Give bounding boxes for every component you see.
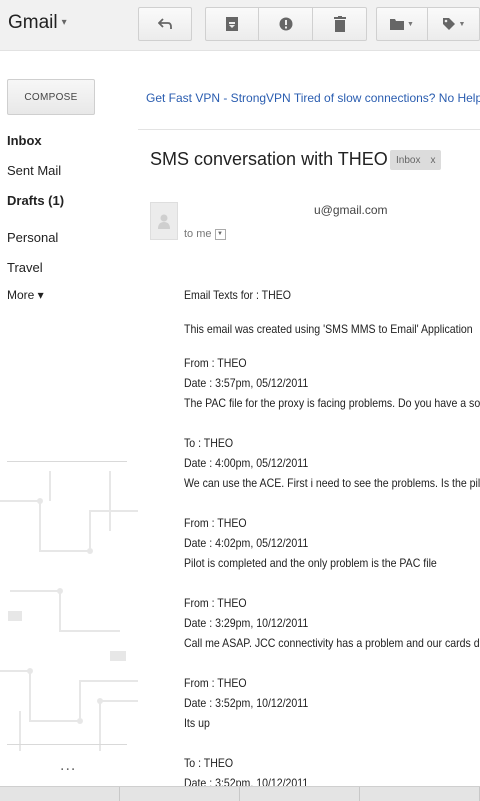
body-line: From : THEO <box>184 596 247 610</box>
sidebar-divider <box>7 461 127 462</box>
trash-icon <box>333 16 346 32</box>
body-line: Date : 3:52pm, 10/12/2011 <box>184 776 309 786</box>
labels-button[interactable]: ▼ <box>428 7 480 41</box>
recipients-toggle[interactable]: to me ▼ <box>184 228 226 240</box>
archive-icon <box>226 17 238 31</box>
chevron-down-icon: ▾ <box>61 17 67 28</box>
archive-button[interactable] <box>205 7 259 41</box>
bottom-tab[interactable] <box>120 787 240 801</box>
sponsored-ad-link[interactable]: Get Fast VPN - StrongVPN Tired of slow c… <box>146 91 480 105</box>
sidebar-item-travel[interactable]: Travel <box>7 260 43 275</box>
gmail-menu[interactable]: Gmail ▾ <box>8 12 67 34</box>
label-tag-inbox: Inbox x <box>390 150 442 170</box>
sender-address: u@gmail.com <box>314 203 388 217</box>
bottom-tab[interactable] <box>0 787 120 801</box>
avatar <box>150 202 178 240</box>
body-line: From : THEO <box>184 516 247 530</box>
folder-icon <box>390 19 405 30</box>
body-line: Email Texts for : THEO <box>184 288 292 302</box>
circuit-background-pattern <box>0 471 138 751</box>
body-line: Date : 4:00pm, 05/12/2011 <box>184 456 309 470</box>
body-line: Its up <box>184 716 210 730</box>
sidebar-divider <box>7 744 127 745</box>
brand-label: Gmail <box>8 12 58 33</box>
message-body: Email Texts for : THEO This email was cr… <box>184 285 480 786</box>
body-line: Date : 4:02pm, 05/12/2011 <box>184 536 309 550</box>
report-spam-button[interactable] <box>259 7 313 41</box>
body-line: From : THEO <box>184 676 247 690</box>
chevron-down-icon: ▼ <box>458 20 466 28</box>
body-line: Pilot is completed and the only problem … <box>184 556 437 570</box>
reply-icon <box>158 18 172 29</box>
message-pane: Get Fast VPN - StrongVPN Tired of slow c… <box>138 51 480 786</box>
sidebar-item-more[interactable]: More ▾ <box>7 288 44 302</box>
body-line: Date : 3:29pm, 10/12/2011 <box>184 616 309 630</box>
body-line: Date : 3:57pm, 05/12/2011 <box>184 376 309 390</box>
move-to-button[interactable]: ▼ <box>376 7 428 41</box>
label-icon <box>442 18 455 30</box>
body-line: To : THEO <box>184 756 234 770</box>
to-me-label: to me <box>184 228 212 240</box>
sidebar-item-inbox[interactable]: Inbox <box>7 133 42 148</box>
remove-label-icon[interactable]: x <box>430 155 435 166</box>
bottom-tab-strip <box>0 786 480 801</box>
organize-group: ▼ ▼ <box>376 7 480 41</box>
compose-button[interactable]: COMPOSE <box>7 79 95 115</box>
delete-button[interactable] <box>313 7 367 41</box>
chevron-down-icon: ▼ <box>407 20 414 28</box>
label-tag-text: Inbox <box>396 154 421 166</box>
reply-button[interactable] <box>138 7 192 41</box>
body-line: The PAC file for the proxy is facing pro… <box>184 396 480 410</box>
body-line: This email was created using 'SMS MMS to… <box>184 322 473 336</box>
body-line: Call me ASAP. JCC connectivity has a pro… <box>184 636 480 650</box>
more-options-icon[interactable]: ... <box>60 757 76 775</box>
body-line: Date : 3:52pm, 10/12/2011 <box>184 696 309 710</box>
divider <box>138 129 480 130</box>
bottom-tab[interactable] <box>240 787 360 801</box>
message-subject: SMS conversation with THEO <box>150 149 388 169</box>
sidebar-item-drafts[interactable]: Drafts (1) <box>7 193 64 208</box>
bottom-tab[interactable] <box>360 787 480 801</box>
body-line: From : THEO <box>184 356 247 370</box>
chevron-down-icon: ▼ <box>214 228 226 240</box>
action-group <box>205 7 367 41</box>
report-spam-icon <box>279 17 292 31</box>
body-line: We can use the ACE. First i need to see … <box>184 476 480 490</box>
body-line: To : THEO <box>184 436 234 450</box>
top-toolbar: Gmail ▾ ▼ ▼ <box>0 0 480 51</box>
sidebar-item-sent-mail[interactable]: Sent Mail <box>7 163 61 178</box>
sidebar: COMPOSE Inbox Sent Mail Drafts (1) Perso… <box>0 51 138 786</box>
person-icon <box>158 214 170 229</box>
sidebar-item-personal[interactable]: Personal <box>7 230 58 245</box>
